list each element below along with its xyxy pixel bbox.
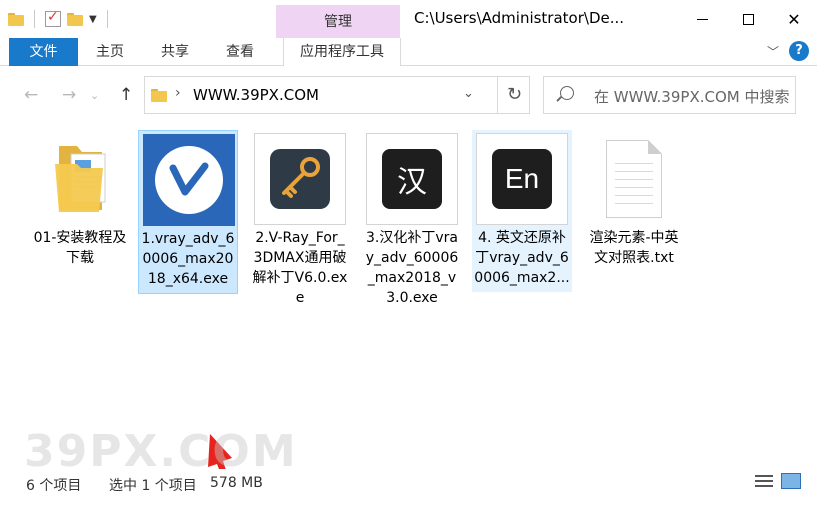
text-line <box>615 171 653 172</box>
thumbnail-frame <box>254 133 346 225</box>
divider <box>34 10 35 28</box>
quick-access-toolbar: ▼ <box>8 6 112 32</box>
list-item[interactable]: 2.V-Ray_For_3DMAX通用破解补丁V6.0.exe <box>250 130 350 312</box>
minimize-icon <box>696 18 708 20</box>
ribbon-tabs: 文件 主页 共享 查看 应用程序工具 ﹀ ? <box>0 38 817 66</box>
text-line <box>615 195 653 196</box>
list-item[interactable]: 渲染元素-中英文对照表.txt <box>584 130 684 272</box>
thumbnail <box>30 130 130 228</box>
divider <box>106 10 108 28</box>
tab-application-tools[interactable]: 应用程序工具 <box>283 38 401 66</box>
text-line <box>615 187 653 188</box>
recent-locations-icon[interactable]: ⌄ <box>90 89 99 102</box>
list-item[interactable]: En 4. 英文还原补丁vray_adv_60006_max2... <box>472 130 572 292</box>
folder-icon <box>55 146 106 212</box>
new-folder-icon[interactable] <box>67 12 83 26</box>
file-name: 4. 英文还原补丁vray_adv_60006_max2... <box>474 230 570 286</box>
txt-icon <box>606 140 662 218</box>
tab-manage[interactable]: 管理 <box>276 5 400 39</box>
folder-icon <box>151 89 167 102</box>
item-count: 6 个项目 <box>26 478 82 494</box>
status-bar: 6 个项目 选中 1 个项目 578 MB <box>0 469 817 507</box>
english-patch-icon: En <box>492 149 552 209</box>
address-bar[interactable]: › WWW.39PX.COM ⌄ ↻ <box>144 76 530 114</box>
thumbnail-frame: 汉 <box>366 133 458 225</box>
file-name: 01-安装教程及下载 <box>33 230 127 266</box>
chevron-down-icon[interactable]: ⌄ <box>463 86 474 101</box>
text-line <box>615 179 653 180</box>
maximize-icon <box>742 13 754 25</box>
tab-file[interactable]: 文件 <box>9 38 78 66</box>
chevron-right-icon[interactable]: › <box>175 85 181 101</box>
large-icons-view-icon[interactable] <box>781 473 801 489</box>
search-input[interactable]: 在 WWW.39PX.COM 中搜索 <box>543 76 796 114</box>
help-icon[interactable]: ? <box>789 41 809 61</box>
list-item[interactable]: 汉 3.汉化补丁vray_adv_60006_max2018_v3.0.exe <box>362 130 462 312</box>
window-controls: ✕ <box>679 0 817 38</box>
minimize-button[interactable] <box>679 0 725 38</box>
text-line <box>615 163 653 164</box>
maximize-button[interactable] <box>725 0 771 38</box>
key-glyph-icon <box>282 157 320 198</box>
thumbnail <box>139 131 239 229</box>
vray-icon <box>143 134 235 226</box>
search-icon <box>560 86 574 100</box>
close-icon: ✕ <box>787 9 801 29</box>
customize-toolbar-icon[interactable]: ▼ <box>89 14 97 25</box>
thumbnail: 汉 <box>362 130 462 228</box>
tab-share[interactable]: 共享 <box>161 38 189 66</box>
chevron-down-icon[interactable]: ﹀ <box>767 43 779 60</box>
patch-glyph: 汉 <box>397 165 427 200</box>
selected-size: 578 MB <box>210 475 263 491</box>
key-icon <box>270 149 330 209</box>
vray-logo <box>155 146 223 214</box>
patch-glyph: En <box>504 163 540 194</box>
folder-icon[interactable] <box>8 12 24 26</box>
thumbnail: En <box>472 130 572 228</box>
list-item[interactable]: 1.vray_adv_60006_max2018_x64.exe <box>138 130 238 294</box>
list-item[interactable]: 01-安装教程及下载 <box>30 130 130 272</box>
thumbnail <box>250 130 350 228</box>
up-arrow-icon[interactable]: ↑ <box>119 85 133 105</box>
search-placeholder: 在 WWW.39PX.COM 中搜索 <box>594 88 790 106</box>
file-name: 3.汉化补丁vray_adv_60006_max2018_v3.0.exe <box>365 230 459 306</box>
properties-icon[interactable] <box>45 9 61 27</box>
file-name: 2.V-Ray_For_3DMAX通用破解补丁V6.0.exe <box>252 230 348 306</box>
chinese-patch-icon: 汉 <box>382 149 442 209</box>
selected-count: 选中 1 个项目 <box>109 478 197 494</box>
details-view-icon[interactable] <box>755 473 773 489</box>
file-name: 1.vray_adv_60006_max2018_x64.exe <box>141 231 235 287</box>
tab-view[interactable]: 查看 <box>226 38 254 66</box>
text-line <box>615 203 653 204</box>
tab-home[interactable]: 主页 <box>96 38 124 66</box>
forward-arrow-icon[interactable]: → <box>62 85 76 105</box>
ribbon-right-controls: ﹀ ? <box>767 41 809 61</box>
refresh-icon[interactable]: ↻ <box>497 77 531 113</box>
thumbnail-frame: En <box>476 133 568 225</box>
file-name: 渲染元素-中英文对照表.txt <box>589 230 679 266</box>
v-glyph-icon <box>169 162 209 196</box>
navigation-bar: ← → ⌄ ↑ › WWW.39PX.COM ⌄ ↻ 在 WWW.39PX.CO… <box>0 66 817 124</box>
title-bar: ▼ 管理 C:\Users\Administrator\De... ✕ <box>0 0 817 39</box>
view-switcher <box>755 473 801 489</box>
window-title: C:\Users\Administrator\De... <box>414 9 625 27</box>
file-list: 01-安装教程及下载 1.vray_adv_60006_max2018_x64.… <box>0 124 817 507</box>
back-arrow-icon[interactable]: ← <box>24 85 38 105</box>
page-fold <box>648 140 662 154</box>
thumbnail <box>584 130 684 228</box>
close-button[interactable]: ✕ <box>771 0 817 38</box>
address-path[interactable]: WWW.39PX.COM <box>193 86 319 104</box>
